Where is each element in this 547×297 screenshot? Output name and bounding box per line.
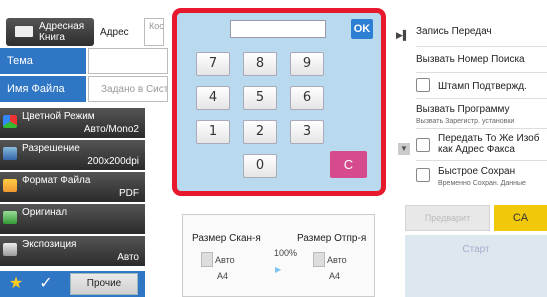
key-7[interactable]: 7 (196, 52, 230, 76)
resolution-title: Разрешение (22, 143, 80, 154)
checkmark-icon[interactable]: ✓ (34, 274, 58, 294)
star-icon[interactable]: ★ (6, 274, 26, 294)
call-program-label: Вызвать Программу (416, 104, 510, 115)
record-transmission[interactable]: Запись Передач (416, 26, 547, 37)
original-title: Оригинал (22, 207, 68, 218)
left-panel: Адресная Книга Адрес Кося Адре Тема Имя … (0, 0, 168, 297)
key-8[interactable]: 8 (243, 52, 277, 76)
file-format-value: PDF (119, 188, 139, 199)
color-mode-button[interactable]: Цветной Режим Авто/Mono2 (0, 108, 145, 138)
key-3[interactable]: 3 (290, 120, 324, 144)
key-2[interactable]: 2 (243, 120, 277, 144)
key-0[interactable]: 0 (243, 154, 277, 178)
original-icon (3, 211, 17, 224)
start-label: Старт (462, 244, 490, 255)
ratio-percent: 100% (274, 248, 298, 258)
quick-save-sub: Временно Сохран. Данные (438, 180, 526, 187)
exposure-button[interactable]: Экспозиция Авто (0, 236, 145, 266)
clear-button[interactable]: C (330, 151, 367, 178)
divider (416, 128, 547, 129)
scan-size-label: Размер Скан-я (192, 233, 261, 244)
quick-save-title: Быстрое Сохран (438, 166, 516, 177)
others-button[interactable]: Прочие (70, 273, 138, 295)
file-format-icon (3, 179, 17, 192)
file-name-field[interactable]: Задано в Систе (88, 76, 168, 102)
color-mode-icon (3, 115, 17, 128)
address-label: Адрес (100, 27, 129, 38)
clear-all-button[interactable]: CA (494, 205, 547, 231)
color-mode-title: Цветной Режим (22, 111, 95, 122)
scan-mode[interactable]: Авто (201, 255, 235, 265)
subject-label[interactable]: Тема (0, 48, 86, 74)
subject-field[interactable] (88, 48, 168, 74)
start-button[interactable]: Старт (405, 235, 547, 297)
keypad-display[interactable] (230, 20, 326, 38)
forward-checkbox[interactable] (416, 138, 430, 152)
size-panel: Размер Скан-я Размер Отпр-я 100% Авто A4… (182, 214, 375, 297)
address-field[interactable]: Кося Адре (144, 18, 164, 46)
call-search-number[interactable]: Вызвать Номер Поиска (416, 54, 547, 65)
ok-button[interactable]: OK (351, 19, 373, 39)
resolution-icon (3, 147, 17, 160)
key-6[interactable]: 6 (290, 86, 324, 110)
call-program-sub: Вызвать Зарегистр. установки (416, 118, 515, 125)
address-book-icon (15, 26, 33, 37)
divider (416, 72, 547, 73)
color-mode-value: Авто/Mono2 (83, 124, 139, 135)
scroll-down-icon[interactable]: ▼ (398, 143, 410, 155)
numeric-keypad: OK 7 8 9 4 5 6 1 2 3 0 C (172, 8, 386, 196)
key-9[interactable]: 9 (290, 52, 324, 76)
scan-paper: A4 (217, 271, 229, 281)
send-size-label: Размер Отпр-я (297, 233, 367, 244)
address-book-button[interactable]: Адресная Книга (6, 18, 94, 46)
exposure-icon (3, 243, 17, 256)
divider (416, 160, 547, 161)
file-name-label[interactable]: Имя Файла (0, 76, 86, 102)
stamp-checkbox[interactable] (416, 78, 430, 92)
stamp-label: Штамп Подтвержд. (438, 81, 527, 92)
preview-button[interactable]: Предварит (405, 205, 490, 231)
file-format-title: Формат Файла (22, 175, 91, 186)
exposure-title: Экспозиция (22, 239, 77, 250)
key-1[interactable]: 1 (196, 120, 230, 144)
address-book-label: Адресная Книга (39, 21, 85, 43)
send-mode[interactable]: Авто (313, 255, 347, 265)
file-format-button[interactable]: Формат Файла PDF (0, 172, 145, 202)
call-program[interactable]: Вызвать Программу Вызвать Зарегистр. уст… (416, 104, 547, 127)
resolution-value: 200x200dpi (87, 156, 139, 167)
quick-save-checkbox[interactable] (416, 168, 430, 182)
key-4[interactable]: 4 (196, 86, 230, 110)
quick-save-label: Быстрое Сохран Временно Сохран. Данные (438, 166, 547, 189)
exposure-value: Авто (117, 252, 139, 263)
send-paper: A4 (329, 271, 341, 281)
key-5[interactable]: 5 (243, 86, 277, 110)
forward-label: Передать То Же Изоб как Адрес Факса (438, 133, 540, 155)
bottom-bar: ★ ✓ Прочие (0, 271, 145, 297)
divider (416, 98, 547, 99)
divider (416, 46, 547, 47)
resolution-button[interactable]: Разрешение 200x200dpi (0, 140, 145, 170)
original-button[interactable]: Оригинал (0, 204, 145, 234)
arrow-right-icon: ▶ (275, 265, 282, 274)
expand-arrow-icon[interactable]: ▶▌ (396, 30, 409, 41)
